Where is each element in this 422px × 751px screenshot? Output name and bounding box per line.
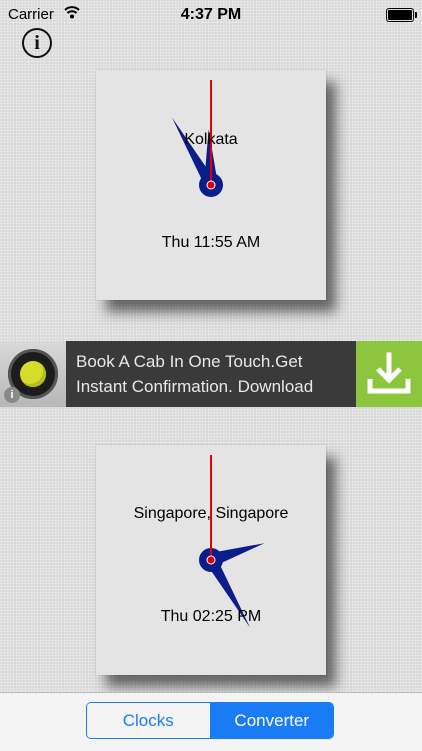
ola-logo-icon: i <box>0 341 66 407</box>
battery-icon <box>386 8 417 22</box>
city-name: Kolkata <box>184 131 238 148</box>
clock-time-text: Thu 11:55 AM <box>161 234 261 251</box>
status-bar: Carrier 4:37 PM <box>0 0 422 30</box>
clock-card-singapore[interactable]: Singapore, Singapore Thu 02:25 PM <box>96 445 326 675</box>
bottom-toolbar: Clocks Converter <box>0 692 422 751</box>
segmented-control: Clocks Converter <box>86 702 334 739</box>
download-icon[interactable] <box>356 341 422 407</box>
clock-face <box>172 80 223 197</box>
segment-clocks[interactable]: Clocks <box>87 703 211 738</box>
status-time: 4:37 PM <box>180 6 242 23</box>
segment-converter[interactable]: Converter <box>210 703 333 738</box>
clock-card-kolkata[interactable]: Kolkata Thu 11:55 AM <box>96 70 326 300</box>
clock-face <box>199 455 265 628</box>
ad-text: Book A Cab In One Touch.Get Instant Conf… <box>76 352 314 396</box>
clock-time-text: Thu 02:25 PM <box>160 608 262 625</box>
info-icon[interactable]: i <box>4 387 20 403</box>
ad-banner[interactable]: i Book A Cab In One Touch.Get Instant Co… <box>0 341 422 407</box>
clock-center-dot <box>206 180 216 190</box>
clock-center-dot <box>206 555 216 565</box>
info-button[interactable]: i <box>22 28 52 58</box>
city-name: Singapore, Singapore <box>133 505 289 522</box>
